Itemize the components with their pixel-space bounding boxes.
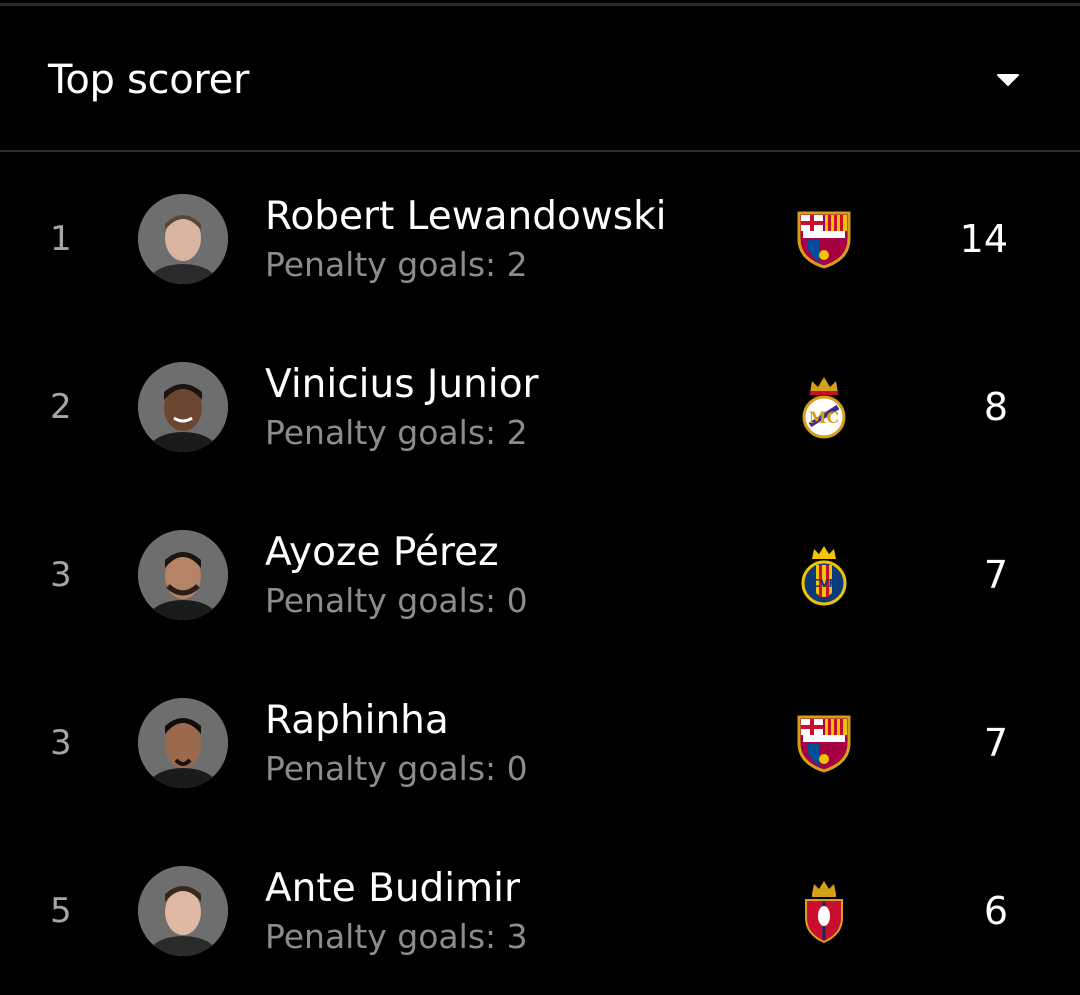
scorer-row[interactable]: 3 Ayoze Pérez Penalty goals: 0 CVF 7 [0, 491, 1080, 659]
real-madrid-crest-icon: MC [790, 373, 858, 441]
svg-text:MC: MC [809, 408, 839, 427]
penalty-goals: Penalty goals: 3 [265, 917, 528, 956]
rank: 3 [50, 555, 72, 595]
scorer-row[interactable]: 3 Raphinha Penalty goals: 0 7 [0, 659, 1080, 827]
player-name: Robert Lewandowski [265, 194, 667, 239]
player-avatar [138, 866, 228, 956]
goals-count: 7 [983, 721, 1008, 765]
player-avatar [138, 698, 228, 788]
section-title: Top scorer [48, 57, 250, 103]
goals-count: 7 [983, 553, 1008, 597]
caret-down-icon [997, 74, 1019, 86]
scorer-row[interactable]: 2 Vinicius Junior Penalty goals: 2 MC 8 [0, 323, 1080, 491]
villarreal-crest-icon: CVF [790, 541, 858, 609]
player-name: Raphinha [265, 698, 449, 743]
player-avatar [138, 530, 228, 620]
goals-count: 6 [983, 889, 1008, 933]
player-avatar [138, 194, 228, 284]
header-divider [0, 150, 1080, 152]
player-name: Ayoze Pérez [265, 530, 499, 575]
goals-count: 8 [983, 385, 1008, 429]
player-name: Ante Budimir [265, 866, 521, 911]
player-avatar [138, 362, 228, 452]
goals-count: 14 [959, 217, 1008, 261]
scorer-row[interactable]: 5 Ante Budimir Penalty goals: 3 6 [0, 827, 1080, 995]
rank: 3 [50, 723, 72, 763]
svg-text:CVF: CVF [812, 577, 836, 590]
penalty-goals: Penalty goals: 2 [265, 413, 528, 452]
player-name: Vinicius Junior [265, 362, 539, 407]
rank: 5 [50, 891, 72, 931]
fc-barcelona-crest-icon [790, 709, 858, 777]
rank: 1 [50, 219, 72, 259]
rank: 2 [50, 387, 72, 427]
fc-barcelona-crest-icon [790, 205, 858, 273]
penalty-goals: Penalty goals: 0 [265, 581, 528, 620]
osasuna-crest-icon [790, 877, 858, 945]
penalty-goals: Penalty goals: 0 [265, 749, 528, 788]
penalty-goals: Penalty goals: 2 [265, 245, 528, 284]
dropdown-toggle-button[interactable] [980, 56, 1036, 104]
scorer-row[interactable]: 1 Robert Lewandowski Penalty goals: 2 14 [0, 155, 1080, 323]
top-scorer-header[interactable]: Top scorer [0, 6, 1080, 150]
